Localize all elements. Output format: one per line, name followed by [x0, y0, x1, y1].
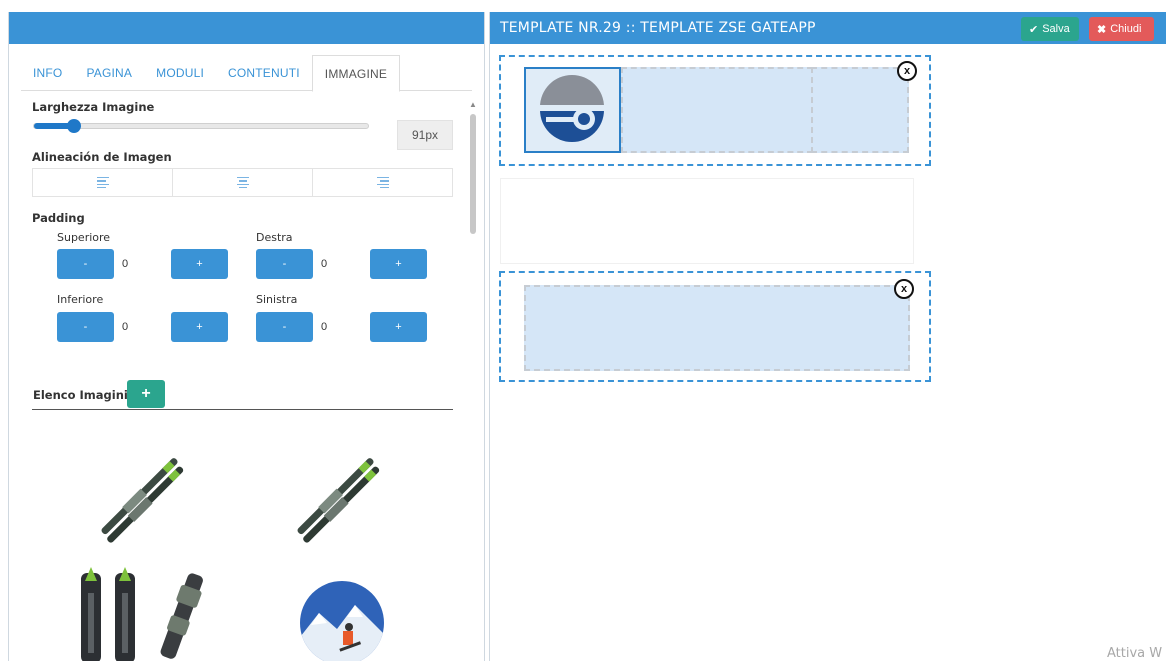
- template-row-2[interactable]: x: [499, 271, 931, 382]
- width-value: 91px: [397, 120, 453, 150]
- add-image-button[interactable]: +: [127, 380, 165, 408]
- empty-row[interactable]: [500, 178, 914, 264]
- superiore-stepper: - 0 +: [57, 249, 228, 279]
- inferiore-stepper: - 0 +: [57, 312, 228, 342]
- padding-label: Padding: [32, 211, 85, 225]
- align-right-icon: [376, 177, 389, 188]
- align-left-button[interactable]: [33, 169, 173, 196]
- tab-moduli[interactable]: MODULI: [144, 55, 216, 90]
- gateapp-logo-icon: [540, 75, 604, 142]
- sidebar-scrollbar[interactable]: ▲: [468, 100, 477, 649]
- inferiore-plus-button[interactable]: +: [171, 312, 228, 342]
- check-icon: ✔: [1029, 23, 1039, 36]
- superiore-label: Superiore: [57, 231, 111, 244]
- logo-cell[interactable]: [524, 67, 621, 153]
- save-button[interactable]: ✔ Salva: [1021, 17, 1079, 41]
- template-row-1[interactable]: x: [499, 55, 931, 166]
- skier-thumbnail[interactable]: [297, 579, 387, 661]
- superiore-minus-button[interactable]: -: [57, 249, 114, 279]
- scrollbar-thumb[interactable]: [470, 114, 476, 234]
- superiore-plus-button[interactable]: +: [171, 249, 228, 279]
- destra-input[interactable]: 0: [313, 249, 370, 279]
- superiore-input[interactable]: 0: [114, 249, 171, 279]
- inferiore-label: Inferiore: [57, 293, 104, 306]
- sinistra-input[interactable]: 0: [313, 312, 370, 342]
- close-icon: ✖: [1097, 23, 1107, 36]
- editor-sidebar: INFO PAGINA MODULI CONTENUTI IMMAGINE La…: [8, 12, 485, 661]
- activation-watermark: Attiva W: [1107, 646, 1163, 661]
- close-button[interactable]: ✖ Chiudi: [1089, 17, 1154, 41]
- alignment-group: [32, 168, 453, 197]
- width-slider[interactable]: [33, 119, 369, 133]
- close-button-label: Chiudi: [1110, 23, 1142, 35]
- template-title: TEMPLATE NR.29 :: TEMPLATE ZSE GATEAPP: [500, 20, 816, 36]
- sinistra-plus-button[interactable]: +: [370, 312, 427, 342]
- tab-bar: INFO PAGINA MODULI CONTENUTI IMMAGINE: [21, 55, 472, 92]
- elenco-imagini-label: Elenco Imagini: [33, 388, 128, 402]
- align-left-icon: [96, 177, 109, 188]
- sinistra-stepper: - 0 +: [256, 312, 427, 342]
- destra-stepper: - 0 +: [256, 249, 427, 279]
- inferiore-minus-button[interactable]: -: [57, 312, 114, 342]
- align-center-button[interactable]: [173, 169, 313, 196]
- atomic-skis-thumbnail[interactable]: [75, 563, 215, 661]
- ski-pair-thumbnail-2[interactable]: [283, 448, 393, 553]
- template-cell[interactable]: [621, 67, 813, 153]
- destra-label: Destra: [256, 231, 293, 244]
- alineacion-label: Alineación de Imagen: [32, 150, 172, 164]
- align-right-button[interactable]: [313, 169, 452, 196]
- sidebar-header: [9, 12, 484, 44]
- tab-contenuti[interactable]: CONTENUTI: [216, 55, 312, 90]
- elenco-imagini-header: Elenco Imagini +: [32, 380, 453, 410]
- remove-row-2-button[interactable]: x: [894, 279, 914, 299]
- destra-plus-button[interactable]: +: [370, 249, 427, 279]
- width-slider-handle[interactable]: [67, 119, 82, 133]
- tab-info[interactable]: INFO: [21, 55, 74, 90]
- tab-pagina[interactable]: PAGINA: [74, 55, 144, 90]
- save-button-label: Salva: [1042, 23, 1070, 35]
- template-cell[interactable]: [811, 67, 909, 153]
- inferiore-input[interactable]: 0: [114, 312, 171, 342]
- ski-pair-thumbnail-1[interactable]: [87, 448, 197, 553]
- sinistra-minus-button[interactable]: -: [256, 312, 313, 342]
- scroll-up-icon[interactable]: ▲: [469, 100, 477, 109]
- sinistra-label: Sinistra: [256, 293, 298, 306]
- tab-immagine[interactable]: IMMAGINE: [311, 55, 401, 92]
- align-center-icon: [236, 177, 249, 188]
- remove-row-1-button[interactable]: x: [897, 61, 917, 81]
- larghezza-label: Larghezza Imagine: [32, 100, 155, 114]
- template-cell[interactable]: [524, 285, 910, 371]
- template-editor: TEMPLATE NR.29 :: TEMPLATE ZSE GATEAPP ✔…: [489, 12, 1166, 661]
- destra-minus-button[interactable]: -: [256, 249, 313, 279]
